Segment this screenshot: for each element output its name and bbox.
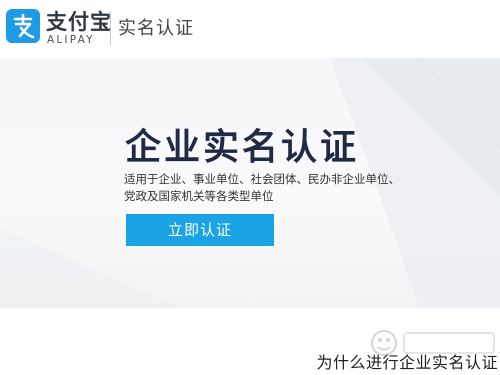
hero-banner: 企业实名认证 适用于企业、事业单位、社会团体、民办非企业单位、 党政及国家机关等…: [0, 58, 500, 308]
hero-title: 企业实名认证: [125, 127, 360, 168]
hero-description: 适用于企业、事业单位、社会团体、民办非企业单位、 党政及国家机关等各类型单位: [124, 171, 400, 205]
baidu-jingyan-watermark: [371, 330, 495, 356]
header-divider: [110, 11, 111, 45]
hero-description-line-2: 党政及国家机关等各类型单位: [124, 189, 274, 203]
alipay-logo-icon[interactable]: [6, 9, 40, 43]
site-header: 支付宝 ALIPAY 实名认证: [0, 0, 500, 59]
page-section-title: 实名认证: [118, 18, 194, 39]
logo-text[interactable]: 支付宝: [46, 6, 112, 36]
verify-now-button[interactable]: 立即认证: [126, 214, 274, 246]
logo-subtext: ALIPAY: [47, 34, 95, 46]
hero-description-line-1: 适用于企业、事业单位、社会团体、民办非企业单位、: [124, 172, 400, 186]
